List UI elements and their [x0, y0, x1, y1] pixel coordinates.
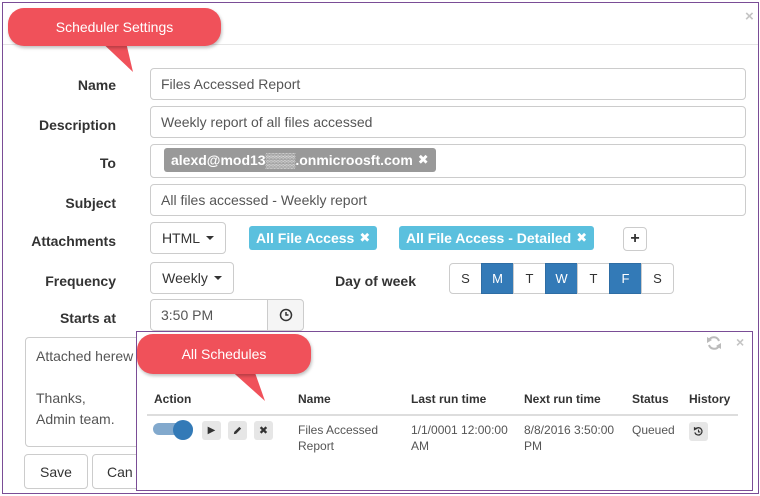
recipient-email: alexd@mod13▒▒▒.onmicroosft.com — [171, 152, 413, 168]
description-input[interactable]: Weekly report of all files accessed — [150, 106, 746, 138]
subject-input[interactable]: All files accessed - Weekly report — [150, 184, 746, 216]
header-status: Status — [632, 392, 669, 406]
schedule-next-run: 8/8/2016 3:50:00 PM — [524, 423, 615, 453]
run-now-button[interactable]: ▶ — [202, 421, 221, 440]
close-icon[interactable]: × — [745, 9, 754, 24]
starts-at-label: Starts at — [59, 310, 116, 326]
table-header-divider — [147, 414, 738, 416]
message-body-line — [36, 367, 134, 388]
attachments-label: Attachments — [31, 233, 116, 249]
history-button[interactable] — [689, 422, 708, 441]
attachment-tag-label: All File Access - Detailed — [406, 230, 572, 246]
day-button-0[interactable]: S — [449, 263, 482, 294]
chevron-down-icon — [206, 236, 215, 240]
play-icon: ▶ — [207, 425, 216, 436]
close-icon: ✖ — [258, 425, 269, 437]
delete-schedule-button[interactable]: ✖ — [254, 421, 273, 440]
attachment-tag-all-file-access-detailed: All File Access - Detailed ✖ — [399, 226, 595, 250]
clock-icon — [279, 308, 292, 322]
chevron-down-icon — [213, 276, 222, 280]
frequency-value: Weekly — [162, 270, 208, 286]
day-button-4[interactable]: T — [577, 263, 610, 294]
message-body-line: Thanks, — [36, 390, 86, 406]
callout-label: Scheduler Settings — [55, 19, 174, 35]
day-button-2[interactable]: T — [513, 263, 546, 294]
schedule-last-run: 1/1/0001 12:00:00 AM — [411, 423, 508, 453]
toggle-knob — [173, 420, 193, 440]
scheduler-settings-callout: Scheduler Settings — [8, 8, 221, 46]
name-input[interactable]: Files Accessed Report — [150, 68, 746, 100]
subject-value: All files accessed - Weekly report — [161, 192, 367, 208]
add-attachment-button[interactable]: + — [623, 227, 647, 251]
day-of-week-selector: SMTWTFS — [449, 263, 674, 294]
message-body-line: Admin team. — [36, 411, 115, 427]
header-action: Action — [154, 392, 192, 406]
day-button-5[interactable]: F — [609, 263, 642, 294]
subject-label: Subject — [65, 195, 116, 211]
edit-schedule-button[interactable] — [228, 421, 247, 440]
callout-label: All Schedules — [181, 346, 267, 362]
name-value: Files Accessed Report — [161, 76, 301, 92]
day-button-3[interactable]: W — [545, 263, 578, 294]
header-name: Name — [298, 392, 331, 406]
attachment-tag-label: All File Access — [256, 230, 355, 246]
header-last-run: Last run time — [411, 392, 487, 406]
name-label: Name — [77, 77, 116, 93]
refresh-icon[interactable] — [705, 334, 723, 352]
frequency-dropdown[interactable]: Weekly — [150, 262, 234, 294]
day-button-1[interactable]: M — [481, 263, 514, 294]
all-schedules-callout: All Schedules — [137, 334, 311, 374]
plus-icon: + — [630, 230, 640, 247]
recipient-tag: alexd@mod13▒▒▒.onmicroosft.com ✖ — [164, 148, 436, 172]
header-next-run: Next run time — [524, 392, 601, 406]
schedule-status: Queued — [632, 423, 675, 437]
starts-at-value: 3:50 PM — [161, 307, 214, 323]
remove-recipient-icon[interactable]: ✖ — [418, 152, 429, 168]
message-body-textarea[interactable]: Attached herew Thanks, Admin team. — [25, 337, 145, 447]
schedule-enabled-toggle[interactable] — [153, 420, 193, 440]
save-button[interactable]: Save — [24, 454, 88, 489]
cancel-button-label: Can — [107, 463, 133, 480]
message-body-line: Attached herew — [36, 348, 134, 364]
frequency-label: Frequency — [45, 273, 116, 289]
save-button-label: Save — [40, 463, 72, 480]
attachment-tag-all-file-access: All File Access ✖ — [249, 226, 378, 250]
attachment-format-dropdown[interactable]: HTML — [150, 222, 226, 254]
close-icon[interactable]: × — [736, 335, 744, 349]
schedule-name: Files Accessed Report — [298, 423, 379, 453]
day-of-week-label: Day of week — [335, 273, 416, 289]
pencil-icon — [233, 426, 242, 435]
time-picker-button[interactable] — [267, 299, 304, 331]
day-button-6[interactable]: S — [641, 263, 674, 294]
description-label: Description — [38, 117, 116, 133]
attachment-format-value: HTML — [161, 230, 201, 246]
starts-at-input[interactable]: 3:50 PM — [150, 299, 268, 331]
history-icon — [693, 426, 703, 436]
remove-attachment-icon[interactable]: ✖ — [359, 230, 370, 246]
remove-attachment-icon[interactable]: ✖ — [576, 230, 587, 246]
to-label: To — [99, 155, 116, 171]
header-history: History — [689, 392, 731, 406]
description-value: Weekly report of all files accessed — [161, 114, 373, 130]
